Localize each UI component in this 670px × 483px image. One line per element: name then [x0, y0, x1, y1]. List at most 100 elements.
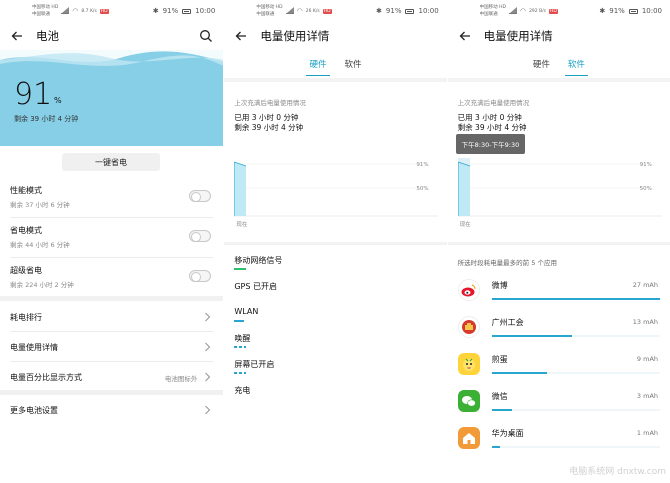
hardware-label: WLAN — [234, 307, 259, 316]
hardware-row[interactable]: 屏幕已开启 — [234, 353, 436, 379]
mode-row-ultra-saving[interactable]: 超级省电 剩余 224 小时 2 分钟 — [10, 258, 213, 298]
performance-toggle[interactable] — [189, 190, 212, 202]
usage-bar — [234, 320, 245, 322]
nav-usage-details[interactable]: 电量使用详情 — [10, 332, 214, 362]
wifi-icon: ◠ — [519, 7, 527, 15]
y-label-mid: 50% — [639, 186, 652, 192]
tab-software[interactable]: 软件 — [564, 54, 588, 76]
usage-details-hardware-screen: 中国移动 HD 中国联通 ◠ 26 K/s HD ✱ 91% 10:00 电量使… — [224, 0, 447, 483]
bluetooth-icon: ✱ — [599, 7, 606, 15]
battery-level-chart[interactable] — [234, 158, 439, 234]
wifi-icon: ◠ — [72, 7, 79, 15]
nav-label: 耗电排行 — [10, 313, 42, 322]
search-icon[interactable] — [199, 29, 213, 43]
huawei-launcher-icon — [457, 427, 480, 449]
since-full-charge-title: 上次充满后电量使用情况 — [457, 99, 530, 107]
network-speed: 26 K/s — [305, 8, 320, 14]
since-full-charge-title: 上次充满后电量使用情况 — [234, 99, 306, 107]
usage-track — [491, 298, 661, 300]
hardware-row[interactable]: 移动网络信号 — [234, 249, 436, 275]
app-name: 微博 — [491, 281, 508, 290]
back-button[interactable] — [10, 29, 24, 43]
hardware-row[interactable]: GPS 已开启 — [234, 275, 436, 301]
usage-details-software-screen: 中国移动 HD 中国联通 ◠ 292 B/s HD ✱ 91% 10:00 电量… — [447, 0, 670, 483]
app-name: 煎蛋 — [491, 355, 508, 364]
arrow-left-icon — [235, 31, 247, 41]
remaining-time: 剩余 39 小时 4 分钟 — [457, 123, 527, 132]
hardware-row[interactable]: 唤醒 — [234, 327, 436, 353]
app-name: 广州工会 — [491, 318, 524, 327]
jiandan-icon — [457, 353, 480, 375]
app-row[interactable]: 广州工会 13 mAh — [457, 310, 661, 347]
arrow-left-icon — [459, 31, 470, 41]
mode-subtitle: 剩余 44 小时 6 分钟 — [10, 241, 70, 249]
tab-software[interactable]: 软件 — [343, 54, 364, 76]
mode-title: 性能模式 — [10, 186, 42, 195]
battery-percent: 91% — [162, 7, 179, 15]
usage-bar — [234, 268, 247, 270]
status-bar: 中国移动 HD 中国联通 ◠ 292 B/s HD ✱ 91% 10:00 — [448, 0, 670, 22]
mode-title: 省电模式 — [10, 226, 42, 235]
wifi-icon: ◠ — [296, 7, 303, 15]
usage-fill — [491, 372, 548, 374]
usage-fill — [491, 446, 501, 448]
battery-level: 91 — [14, 77, 53, 112]
battery-level-chart[interactable] — [457, 158, 662, 234]
back-button[interactable] — [234, 29, 248, 43]
mode-row-performance[interactable]: 性能模式 剩余 37 小时 6 分钟 — [10, 178, 214, 218]
app-name: 华为桌面 — [491, 429, 524, 438]
watermark: 电脑系统网 dnxtw.com — [569, 467, 667, 477]
detail-tabs: 硬件 软件 — [448, 54, 670, 76]
back-button[interactable] — [458, 29, 472, 43]
hd-badge: HD — [549, 8, 558, 14]
app-row[interactable]: 华为桌面 1 mAh — [457, 421, 661, 458]
mode-row-power-saving[interactable]: 省电模式 剩余 44 小时 6 分钟 — [10, 218, 214, 258]
app-usage: 9 mAh — [636, 355, 659, 363]
hardware-row[interactable]: 充电 — [234, 379, 436, 405]
top-apps-card: 所选时段耗电量最多的前 5 个应用 微博 27 mAh 广州工会 13 mAh — [447, 245, 670, 483]
nav-value: 电池图标外 — [164, 375, 198, 383]
hd-badge: HD — [322, 8, 332, 14]
tab-hardware[interactable]: 硬件 — [306, 54, 330, 76]
carrier-2: 中国联通 — [479, 12, 498, 17]
carrier-1: 中国移动 HD — [256, 5, 283, 10]
hardware-row[interactable]: WLAN — [234, 301, 436, 327]
signal-icon — [508, 7, 517, 14]
nav-label: 电量百分比显示方式 — [10, 373, 82, 382]
clock: 10:00 — [641, 7, 663, 15]
battery-icon — [628, 8, 638, 14]
app-bar: 电量使用详情 — [448, 22, 670, 50]
app-row[interactable]: 微信 3 mAh — [457, 384, 661, 421]
usage-bar — [234, 346, 247, 348]
battery-nav-list: 耗电排行 电量使用详情 电量百分比显示方式 电池图标外 — [0, 302, 223, 392]
x-label-now: 现在 — [459, 222, 471, 228]
guangzhou-union-icon — [457, 316, 480, 338]
signal-icon — [285, 7, 294, 14]
page-title: 电量使用详情 — [260, 29, 330, 43]
network-speed: 292 B/s — [529, 8, 547, 14]
carrier-2: 中国联通 — [32, 12, 50, 17]
nav-power-ranking[interactable]: 耗电排行 — [10, 302, 214, 332]
tab-hardware[interactable]: 硬件 — [531, 54, 552, 76]
nav-percentage-display[interactable]: 电量百分比显示方式 电池图标外 — [10, 362, 213, 392]
carrier-labels: 中国移动 HD 中国联通 — [480, 4, 506, 18]
carrier-labels: 中国移动 HD 中国联通 — [256, 4, 282, 18]
mode-title: 超级省电 — [10, 266, 42, 275]
x-label-now: 现在 — [236, 222, 248, 228]
app-row[interactable]: 煎蛋 9 mAh — [457, 347, 661, 384]
hd-badge: HD — [99, 8, 109, 14]
power-saving-toggle[interactable] — [189, 230, 212, 242]
page-title: 电池 — [36, 29, 59, 43]
y-label-mid: 50% — [416, 186, 429, 192]
screenshot-collage: 中国移动 HD 中国联通 ◠ 8.7 K/s HD ✱ 91% 10:00 电池 — [0, 0, 670, 483]
hardware-label: GPS 已开启 — [234, 282, 277, 291]
ultra-saving-toggle[interactable] — [189, 270, 212, 282]
one-tap-save-button[interactable]: 一键省电 — [62, 153, 160, 171]
battery-percent: 91% — [385, 7, 402, 15]
more-battery-settings[interactable]: 更多电池设置 — [10, 395, 213, 425]
clock: 10:00 — [418, 7, 439, 15]
carrier-1: 中国移动 HD — [479, 5, 506, 10]
page-title: 电量使用详情 — [483, 29, 553, 43]
hardware-label: 屏幕已开启 — [234, 360, 275, 369]
app-row[interactable]: 微博 27 mAh — [457, 273, 661, 310]
